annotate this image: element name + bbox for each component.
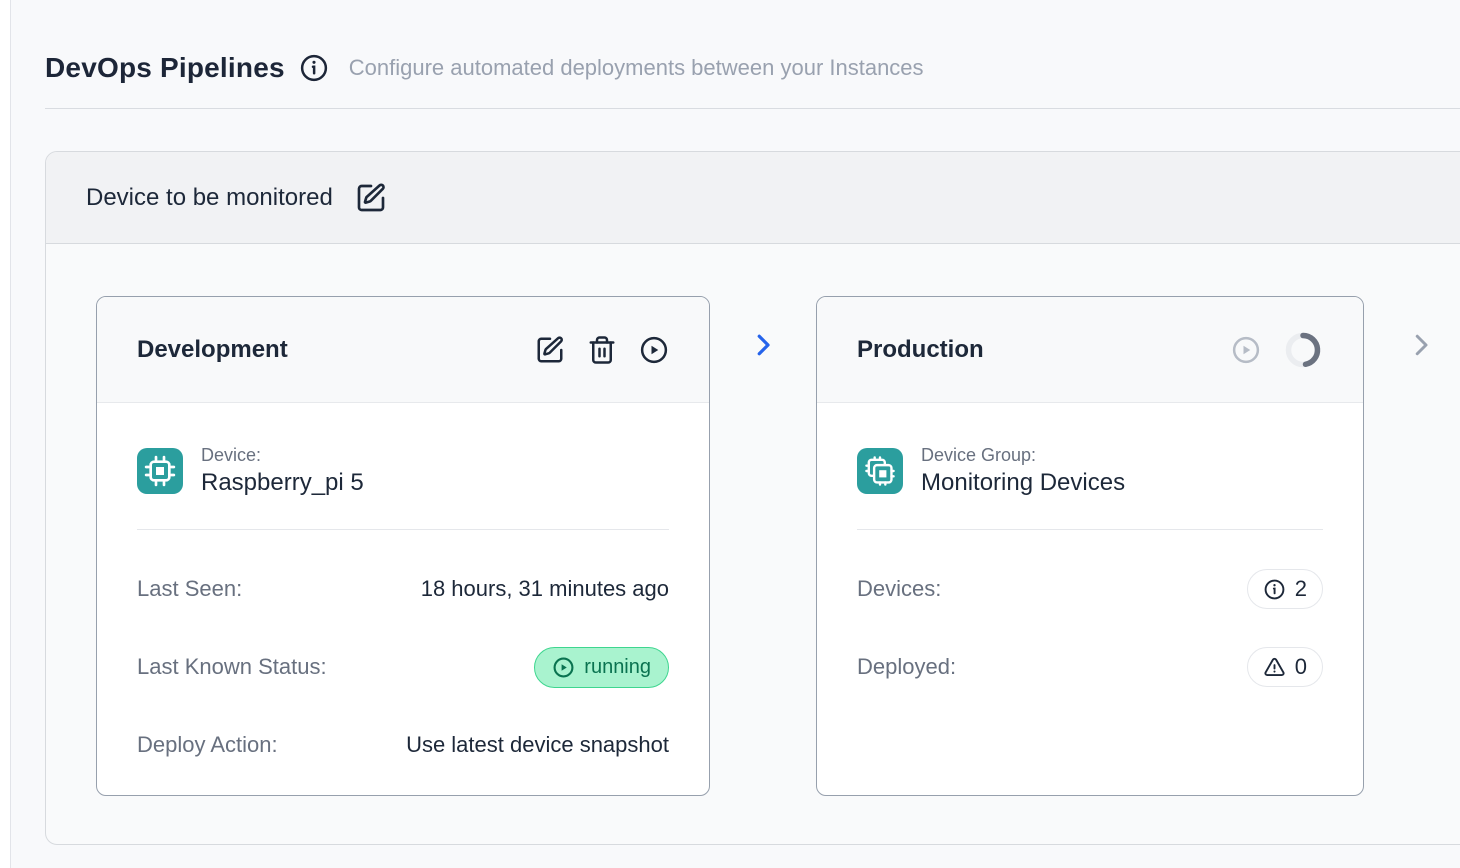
devices-label: Devices: xyxy=(857,576,941,602)
scroll-next[interactable] xyxy=(1364,296,1436,796)
edit-icon xyxy=(355,182,387,214)
run-stage-button-disabled[interactable] xyxy=(1231,335,1261,365)
device-group-info: Device Group: Monitoring Devices xyxy=(921,445,1125,497)
devices-row: Devices: 2 xyxy=(857,566,1323,612)
edit-stage-button[interactable] xyxy=(535,335,565,365)
header-divider xyxy=(45,108,1460,109)
delete-stage-button[interactable] xyxy=(587,335,617,365)
info-circle-icon xyxy=(1263,578,1286,601)
development-actions xyxy=(535,335,669,365)
trash-icon xyxy=(587,335,617,365)
play-circle-icon xyxy=(639,335,669,365)
page-title: DevOps Pipelines xyxy=(45,52,285,84)
deployed-count: 0 xyxy=(1295,654,1307,680)
page-header: DevOps Pipelines Configure automated dep… xyxy=(11,0,1460,84)
last-seen-row: Last Seen: 18 hours, 31 minutes ago xyxy=(137,566,669,612)
production-actions xyxy=(1231,330,1323,370)
card-divider xyxy=(857,529,1323,530)
deployed-row: Deployed: 0 xyxy=(857,644,1323,690)
play-circle-icon xyxy=(552,656,575,679)
run-stage-button[interactable] xyxy=(639,335,669,365)
chevron-right-icon xyxy=(748,330,778,360)
production-card-body: Device Group: Monitoring Devices Devices… xyxy=(817,445,1363,690)
status-text: running xyxy=(584,656,651,679)
device-group-name: Monitoring Devices xyxy=(921,469,1125,497)
deployed-count-badge[interactable]: 0 xyxy=(1247,647,1323,687)
stage-connector xyxy=(710,296,816,796)
stage-card-development: Development xyxy=(96,296,710,796)
page-subtitle: Configure automated deployments between … xyxy=(349,55,924,81)
stage-title: Production xyxy=(857,336,984,364)
status-badge: running xyxy=(534,647,669,688)
last-known-status-label: Last Known Status: xyxy=(137,654,327,680)
deploy-action-label: Deploy Action: xyxy=(137,732,278,758)
last-known-status-row: Last Known Status: running xyxy=(137,644,669,690)
warning-triangle-icon xyxy=(1263,656,1286,679)
device-label: Device: xyxy=(201,445,364,466)
device-summary: Device: Raspberry_pi 5 xyxy=(137,445,669,497)
edit-pipeline-button[interactable] xyxy=(355,182,387,214)
deployed-label: Deployed: xyxy=(857,654,956,680)
pipeline-panel: Device to be monitored Development xyxy=(45,151,1460,845)
pipeline-stages: Development xyxy=(46,244,1460,844)
info-icon[interactable] xyxy=(299,53,329,83)
device-group-summary: Device Group: Monitoring Devices xyxy=(857,445,1323,497)
stage-title: Development xyxy=(137,336,288,364)
cpu-chip-icon xyxy=(137,448,183,494)
page: DevOps Pipelines Configure automated dep… xyxy=(10,0,1460,868)
stage-card-production: Production xyxy=(816,296,1364,796)
cpu-chip-stack-icon xyxy=(857,448,903,494)
development-card-header: Development xyxy=(97,297,709,403)
last-seen-label: Last Seen: xyxy=(137,576,242,602)
production-card-header: Production xyxy=(817,297,1363,403)
devices-count-badge[interactable]: 2 xyxy=(1247,569,1323,609)
device-group-label: Device Group: xyxy=(921,445,1125,466)
deploy-action-value: Use latest device snapshot xyxy=(406,732,669,758)
pipeline-name: Device to be monitored xyxy=(86,184,333,212)
pipeline-panel-header: Device to be monitored xyxy=(46,152,1460,244)
last-seen-value: 18 hours, 31 minutes ago xyxy=(421,576,669,602)
development-card-body: Device: Raspberry_pi 5 Last Seen: 18 hou… xyxy=(97,445,709,768)
device-name: Raspberry_pi 5 xyxy=(201,469,364,497)
spinner-icon xyxy=(1283,330,1323,370)
chevron-right-icon xyxy=(1406,330,1436,360)
play-circle-icon xyxy=(1231,335,1261,365)
devices-count: 2 xyxy=(1295,576,1307,602)
card-divider xyxy=(137,529,669,530)
edit-icon xyxy=(535,335,565,365)
deploy-action-row: Deploy Action: Use latest device snapsho… xyxy=(137,722,669,768)
device-info: Device: Raspberry_pi 5 xyxy=(201,445,364,497)
